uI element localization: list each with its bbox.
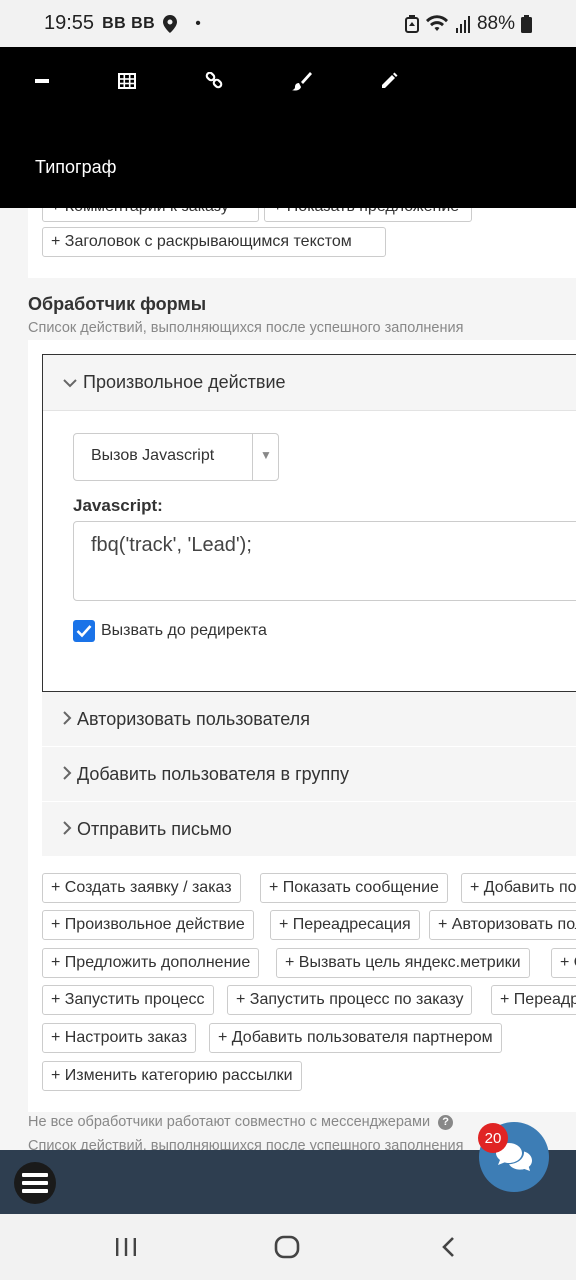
add-partner-user-button[interactable]: + Добавить пользователя партнером — [209, 1023, 502, 1053]
status-time: 19:55 — [44, 12, 95, 34]
dropdown-arrow-icon: ▼ — [260, 448, 272, 462]
add-show-offer-button[interactable]: + Показать предложение — [264, 208, 472, 222]
call-before-redirect-label: Вызвать до редиректа — [101, 622, 267, 639]
add-order-comment-button[interactable]: + Комментарии к заказу — [42, 208, 259, 222]
add-authorize-button[interactable]: + Авторизовать пользователя — [429, 910, 576, 940]
add-change-mailing-category-button[interactable]: + Изменить категорию рассылки — [42, 1061, 302, 1091]
action-type-value: Вызов Javascript — [91, 447, 215, 464]
custom-action-header[interactable]: Произвольное действие — [43, 355, 576, 411]
action-type-select[interactable]: Вызов Javascript ▼ — [73, 433, 279, 481]
recent-apps-icon[interactable] — [106, 1230, 146, 1264]
next-section-subtitle: Список действий, выполняющихся после усп… — [28, 1138, 464, 1150]
toolbar-icons — [0, 63, 576, 99]
custom-action-item: Произвольное действие Вызов Javascript ▼… — [42, 354, 576, 692]
chevron-right-icon — [62, 709, 72, 730]
add-heading-toggle-button[interactable]: + Заголовок с раскрывающимся текстом — [42, 227, 386, 257]
custom-action-label: Произвольное действие — [83, 372, 286, 392]
messenger-note: Не все обработчики работают совместно с … — [28, 1114, 454, 1130]
add-create-order-button[interactable]: + Создать заявку / заказ — [42, 873, 241, 903]
pencil-icon[interactable] — [371, 63, 407, 99]
add-user-to-group-item[interactable]: Добавить пользователя в группу — [42, 747, 576, 802]
status-bar: 19:55 BB BB • 88% — [0, 0, 576, 47]
previous-section: + Комментарии к заказу + Показать предло… — [28, 208, 576, 278]
typograph-button[interactable]: Типограф — [35, 157, 116, 178]
screen: 19:55 BB BB • 88% Типограф + Заголовок с… — [0, 0, 576, 1280]
javascript-label: Javascript: — [73, 496, 163, 515]
form-handler-subtitle: Список действий, выполняющихся после усп… — [28, 320, 464, 336]
javascript-field[interactable]: fbq('track', 'Lead'); — [73, 521, 576, 601]
battery-percent: 88% — [476, 12, 515, 34]
select-divider — [252, 434, 253, 480]
call-before-redirect-row[interactable]: Вызвать до редиректа — [73, 620, 267, 642]
add-user-button[interactable]: + Добавить пользователя — [461, 873, 576, 903]
table-icon[interactable] — [109, 63, 145, 99]
help-icon[interactable]: ? — [438, 1114, 454, 1130]
brush-icon[interactable] — [284, 63, 320, 99]
add-offer-addon-button[interactable]: + Предложить дополнение — [42, 948, 260, 978]
chevron-right-icon — [62, 764, 72, 785]
status-right: 88% — [404, 12, 532, 35]
add-start-process-button[interactable]: + Запустить процесс — [42, 985, 214, 1015]
checkbox-checked-icon[interactable] — [73, 620, 95, 642]
add-send-button[interactable]: + Отправить — [551, 948, 576, 978]
status-left: 19:55 BB BB • — [44, 12, 201, 35]
editor-toolbar: Типограф — [0, 47, 576, 208]
chevron-down-icon — [63, 372, 77, 393]
send-email-label: Отправить письмо — [77, 818, 232, 839]
add-show-message-button[interactable]: + Показать сообщение — [260, 873, 448, 903]
signal-icon — [455, 15, 471, 33]
back-icon[interactable] — [428, 1230, 468, 1264]
minus-icon[interactable] — [24, 63, 60, 99]
send-email-item[interactable]: Отправить письмо — [42, 802, 576, 857]
chevron-right-icon — [62, 819, 72, 840]
add-user-to-group-label: Добавить пользователя в группу — [77, 763, 349, 784]
add-start-order-process-button[interactable]: + Запустить процесс по заказу — [227, 985, 473, 1015]
link-icon[interactable] — [196, 63, 232, 99]
home-icon[interactable] — [267, 1230, 307, 1264]
battery-icon — [521, 14, 532, 33]
form-handler-title: Обработчик формы — [28, 294, 207, 314]
add-redirect-2-button[interactable]: + Переадресация — [491, 985, 576, 1015]
authorize-user-label: Авторизовать пользователя — [77, 708, 310, 729]
wifi-icon — [425, 14, 449, 33]
location-icon — [163, 14, 178, 33]
add-configure-order-button[interactable]: + Настроить заказ — [42, 1023, 197, 1053]
add-redirect-button[interactable]: + Переадресация — [270, 910, 420, 940]
add-metrika-goal-button[interactable]: + Вызвать цель яндекс.метрики — [276, 948, 530, 978]
messenger-note-text: Не все обработчики работают совместно с … — [28, 1114, 431, 1130]
status-carrier: BB BB — [102, 14, 156, 32]
system-nav-bar — [0, 1214, 576, 1280]
add-custom-action-button[interactable]: + Произвольное действие — [42, 910, 254, 940]
status-dot: • — [195, 14, 201, 32]
battery-saver-icon — [404, 14, 419, 33]
content-area: + Комментарии к заказу + Показать предло… — [0, 208, 576, 1150]
hamburger-menu-icon[interactable] — [14, 1162, 56, 1204]
authorize-user-item[interactable]: Авторизовать пользователя — [42, 692, 576, 747]
form-handler-panel: Произвольное действие Вызов Javascript ▼… — [28, 340, 576, 1112]
unread-badge: 20 — [478, 1123, 508, 1153]
